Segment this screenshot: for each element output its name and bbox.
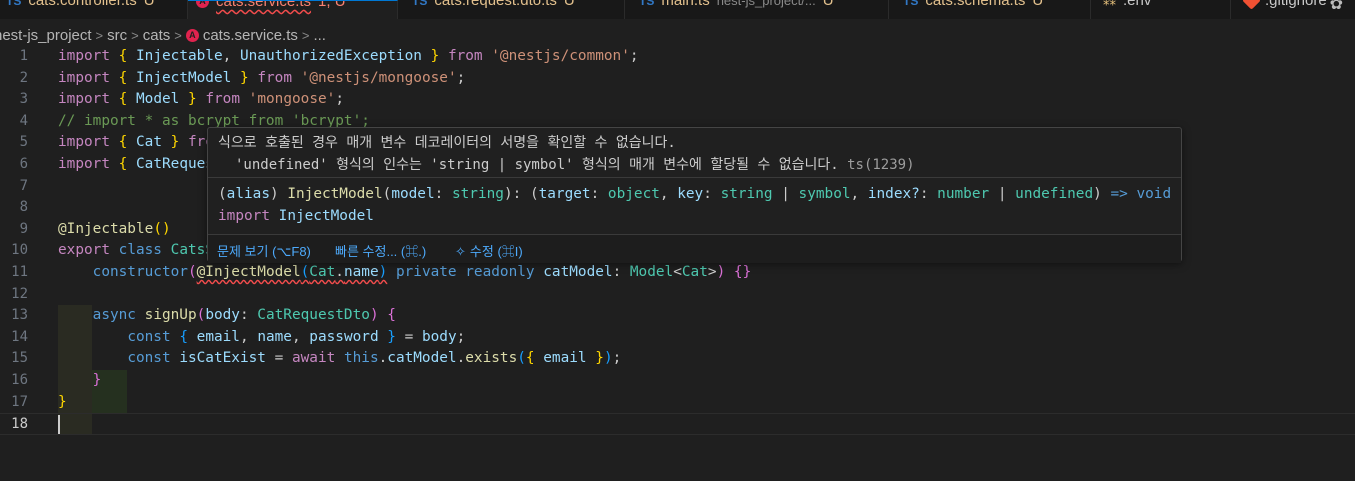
code-text: @Injectable() [58, 220, 171, 237]
hover-import-info: import InjectModel [218, 208, 374, 224]
code-line: 13 async signUp(body: CatRequestDto) { [0, 305, 1355, 327]
tab-label: main.ts [661, 0, 710, 9]
tab-label: cats.request.dto.ts [434, 0, 557, 9]
line-number: 11 [11, 264, 28, 280]
code-text: import { Model } from 'mongoose'; [58, 91, 344, 108]
tab-cats-controller[interactable]: TS cats.controller.ts U [0, 0, 188, 19]
line-number: 14 [11, 328, 28, 345]
breadcrumb-separator: > [95, 27, 104, 43]
code-line: 14 const { email, name, password } = bod… [0, 327, 1355, 349]
line-number: 1 [19, 48, 28, 64]
quick-fix-link[interactable]: 빠른 수정... (⌘.) [335, 241, 426, 260]
tab-main[interactable]: TS main.ts nest-js_project/... U [625, 0, 889, 19]
code-text: } [58, 393, 67, 410]
fix-link[interactable]: ✧ 수정 (⌘I) [455, 241, 523, 260]
line-number: 12 [11, 285, 28, 302]
text-cursor [58, 415, 60, 434]
code-line: 1 import { Injectable, UnauthorizedExcep… [0, 46, 1355, 68]
editor-tab-bar: TS cats.controller.ts U A cats.service.t… [0, 0, 1355, 19]
code-text: const isCatExist = await this.catModel.e… [127, 350, 622, 367]
env-file-icon: ⁂ [1103, 0, 1116, 8]
code-line: 16 } [0, 370, 1355, 392]
tab-cats-schema[interactable]: TS cats.schema.ts U [889, 0, 1091, 19]
breadcrumb-symbols[interactable]: ... [313, 27, 326, 44]
view-problem-link[interactable]: 문제 보기 (⌥F8) [217, 241, 311, 260]
typescript-file-icon: TS [412, 0, 428, 8]
tab-cats-request-dto[interactable]: TS cats.request.dto.ts U [398, 0, 625, 19]
nest-file-icon: A [196, 1, 209, 8]
code-line: 15 const isCatExist = await this.catMode… [0, 348, 1355, 370]
tab-label: .gitignore [1265, 0, 1327, 9]
hover-error-code[interactable]: ts(1239) [847, 157, 914, 173]
hover-signature: (alias) InjectModel(model: string): (tar… [218, 186, 1172, 202]
line-number: 10 [11, 242, 28, 259]
line-number: 18 [11, 416, 28, 433]
breadcrumb: nest-js_project > src > cats > A cats.se… [0, 24, 1355, 46]
breadcrumb-separator: > [131, 27, 139, 43]
typescript-file-icon: TS [639, 0, 655, 8]
breadcrumb-separator: > [301, 27, 310, 43]
line-number: 3 [19, 91, 28, 108]
code-text: import { InjectModel } from '@nestjs/mon… [58, 69, 466, 86]
fix-link-label: 수정 (⌘I) [469, 244, 523, 259]
openai-icon[interactable]: ✿ [1330, 0, 1343, 14]
hover-diagnostic-popup: 식으로 호출된 경우 매개 변수 데코레이터의 서명을 확인할 수 없습니다. … [207, 127, 1182, 263]
code-text: } [92, 372, 102, 388]
breadcrumb-src[interactable]: src [107, 27, 127, 44]
tab-git-badge: U [143, 0, 155, 9]
tab-label: .env [1123, 0, 1152, 9]
line-number: 9 [19, 220, 28, 237]
breadcrumb-cats[interactable]: cats [143, 27, 171, 44]
tab-git-badge: U [822, 0, 834, 9]
line-number: 6 [19, 156, 28, 172]
hover-error-message: 식으로 호출된 경우 매개 변수 데코레이터의 서명을 확인할 수 없습니다. [218, 135, 676, 151]
code-line: 17 } [0, 392, 1355, 414]
code-line: 3 import { Model } from 'mongoose'; [0, 89, 1355, 111]
line-number: 4 [19, 112, 28, 129]
breadcrumb-project[interactable]: nest-js_project [0, 27, 92, 44]
code-text: async signUp(body: CatRequestDto) { [92, 307, 396, 324]
tab-env[interactable]: ⁂ .env [1091, 0, 1231, 19]
code-editor[interactable]: 1 import { Injectable, UnauthorizedExcep… [0, 46, 1355, 481]
code-text: const { email, name, password } = body; [127, 328, 466, 345]
line-number: 7 [19, 177, 28, 194]
line-number: 15 [11, 350, 28, 367]
hover-error-detail: 'undefined' 형식의 인수는 'string | symbol' 형식… [235, 154, 915, 174]
code-line-current: 18 [0, 413, 1355, 435]
code-text: import { Injectable, UnauthorizedExcepti… [58, 48, 639, 64]
git-file-icon [1242, 0, 1261, 10]
line-number: 8 [19, 199, 28, 216]
tab-git-badge: U [563, 0, 575, 9]
breadcrumb-separator: > [174, 27, 182, 43]
tab-label: cats.service.ts [216, 0, 312, 10]
nest-file-icon: A [185, 28, 199, 42]
tab-label: cats.schema.ts [925, 0, 1026, 9]
code-line: 11 constructor(@InjectModel(Cat.name) pr… [0, 262, 1355, 284]
breadcrumb-file[interactable]: cats.service.ts [203, 27, 298, 44]
tab-path-hint: nest-js_project/... [716, 0, 816, 8]
tab-label: cats.controller.ts [28, 0, 137, 9]
hover-action-bar: 문제 보기 (⌥F8) 빠른 수정... (⌘.) ✧ 수정 (⌘I) [208, 234, 1181, 263]
code-line: 12 [0, 284, 1355, 306]
code-text: constructor(@InjectModel(Cat.name) priva… [92, 264, 752, 280]
hover-divider [208, 177, 1181, 178]
tab-git-badge: U [1032, 0, 1044, 9]
code-text: import { Cat } from [58, 134, 223, 151]
sparkle-icon: ✧ [455, 244, 466, 259]
line-number: 13 [11, 307, 28, 324]
line-number: 2 [19, 69, 28, 86]
line-number: 17 [11, 393, 28, 410]
line-number: 16 [11, 372, 28, 388]
typescript-file-icon: TS [903, 0, 919, 8]
code-line: 2 import { InjectModel } from '@nestjs/m… [0, 68, 1355, 90]
line-number: 5 [19, 134, 28, 151]
tab-problem-badge: 1, U [318, 0, 346, 10]
hover-error-detail-text: 'undefined' 형식의 인수는 'string | symbol' 형식… [235, 157, 839, 173]
typescript-file-icon: TS [6, 0, 22, 8]
tab-cats-service[interactable]: A cats.service.ts 1, U [188, 0, 398, 19]
